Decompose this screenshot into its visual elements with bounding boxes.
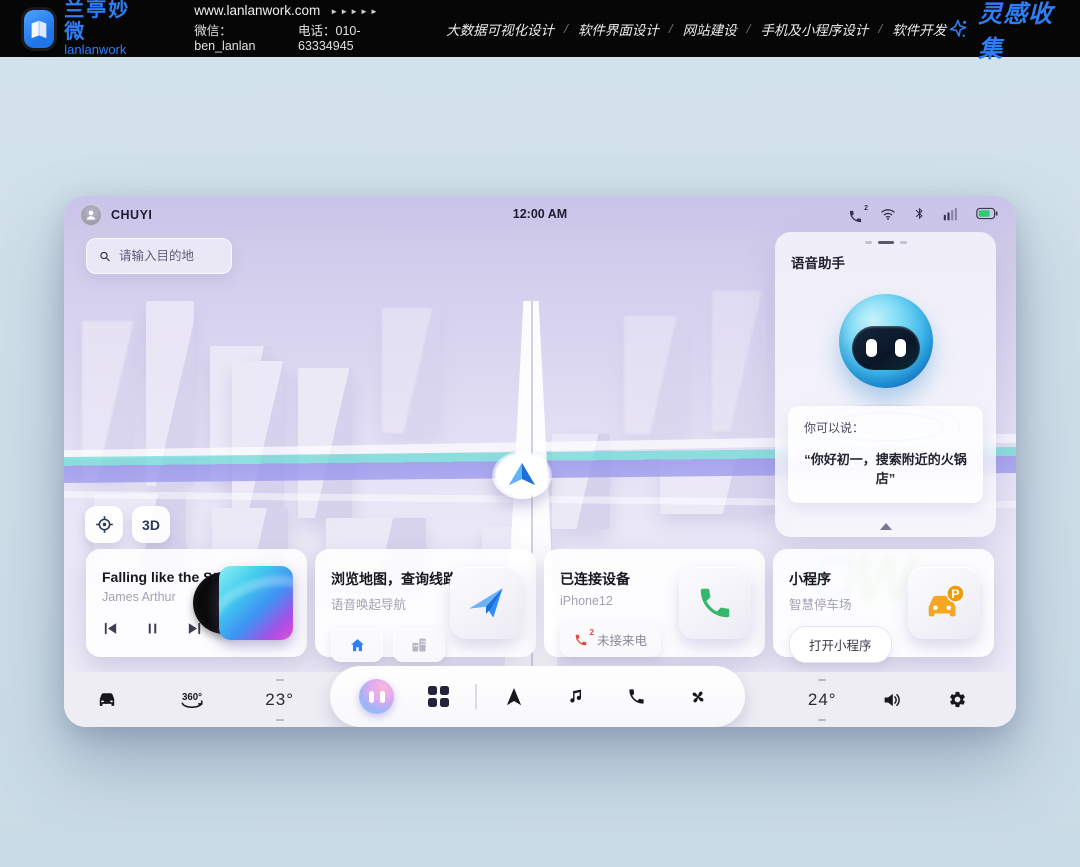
settings-gear-icon[interactable]	[948, 690, 967, 709]
site-header: 兰亭妙微 lanlanwork www.lanlanwork.com ►►►►►…	[0, 0, 1080, 57]
passenger-temperature-control[interactable]: 24°	[808, 690, 837, 710]
robot-visor	[852, 326, 920, 370]
album-art	[219, 566, 293, 640]
service-item: 软件界面设计	[578, 19, 659, 39]
inspiration-collect-link[interactable]: 灵感收集	[946, 0, 1058, 64]
phone-contact: 电话：010-63334945	[298, 24, 391, 54]
driver-temperature-control[interactable]: 23°	[265, 690, 294, 710]
panel-handle[interactable]	[865, 241, 907, 244]
office-building-icon	[410, 637, 428, 653]
contact-block: www.lanlanwork.com ►►►►► 微信：ben_lanlan 电…	[194, 3, 391, 53]
svg-text:360°: 360°	[182, 692, 202, 703]
music-player-card[interactable]: Falling like the Stars James Arthur	[86, 549, 307, 657]
voice-assistant-panel[interactable]: 语音助手 你可以说： “你好初一，搜索附近的火锅店”	[775, 232, 996, 537]
parking-tile[interactable]: P	[908, 567, 980, 639]
voice-hint-quote: “你好初一，搜索附近的火锅店”	[798, 449, 973, 487]
navigation-card[interactable]: 浏览地图，查询线路 语音唤起导航	[315, 549, 536, 657]
car-settings-icon[interactable]	[96, 691, 118, 709]
sparkle-icon	[946, 14, 970, 44]
call-badge: 2	[864, 205, 868, 212]
brand-logo[interactable]: 兰亭妙微 lanlanwork	[0, 0, 134, 58]
clock-label: 12:00 AM	[64, 207, 1016, 221]
svg-text:P: P	[951, 587, 959, 601]
dock-center-pill	[330, 666, 745, 727]
navigation-arrow-icon	[505, 461, 539, 489]
website-url: www.lanlanwork.com	[194, 3, 320, 19]
brand-name-en: lanlanwork	[64, 43, 134, 57]
pause-icon[interactable]	[145, 620, 160, 637]
locate-button[interactable]	[85, 506, 123, 543]
dock-divider	[475, 684, 477, 710]
collect-label: 灵感收集	[978, 0, 1058, 64]
voice-suggestion-box: 你可以说： “你好初一，搜索附近的火锅店”	[788, 406, 983, 503]
paper-plane-icon	[464, 581, 508, 625]
search-icon	[99, 249, 111, 264]
miniapp-card[interactable]: 小程序 智慧停车场 打开小程序 P	[773, 549, 994, 657]
service-item: 网站建设	[683, 19, 737, 39]
climate-fan-icon[interactable]	[668, 687, 730, 707]
assistant-robot-avatar[interactable]	[839, 294, 933, 388]
car-infotainment-window: OW CHUYI 12:00 AM 2	[64, 196, 1016, 727]
start-navigation-tile[interactable]	[450, 567, 522, 639]
connected-device-card[interactable]: 已连接设备 iPhone12 2 未接来电	[544, 549, 765, 657]
phone-status-icon: 2	[848, 209, 863, 224]
destination-search[interactable]	[86, 238, 232, 274]
open-miniapp-button[interactable]: 打开小程序	[789, 626, 892, 663]
voice-assistant-orb[interactable]	[359, 679, 394, 714]
rotate-360-icon[interactable]: 360°	[177, 689, 207, 711]
home-icon	[349, 637, 366, 654]
go-work-button[interactable]	[393, 628, 445, 662]
bottom-dock: 360° 23°	[64, 672, 1016, 727]
navigation-app-icon[interactable]	[483, 687, 545, 707]
phone-tile[interactable]	[679, 567, 751, 639]
volume-icon[interactable]	[882, 691, 902, 709]
services-list: 大数据可视化设计 / 软件界面设计 / 网站建设 / 手机及小程序设计 / 软件…	[446, 19, 946, 39]
previous-track-icon[interactable]	[102, 620, 119, 637]
service-item: 大数据可视化设计	[446, 19, 554, 39]
missed-call-icon: 2	[574, 633, 588, 647]
current-location-marker	[492, 451, 552, 499]
locate-icon	[95, 515, 114, 534]
music-app-icon[interactable]	[545, 687, 607, 706]
apps-grid-icon[interactable]	[428, 686, 449, 707]
panel-collapse-arrow[interactable]	[880, 523, 892, 530]
service-item: 软件开发	[892, 19, 946, 39]
go-home-button[interactable]	[331, 628, 383, 662]
arrows-decoration: ►►►►►	[330, 7, 380, 17]
parking-car-icon: P	[921, 582, 967, 624]
phone-app-icon[interactable]	[606, 687, 668, 706]
phone-handset-icon	[696, 584, 734, 622]
map-3d-toggle[interactable]: 3D	[132, 506, 170, 543]
wechat-contact: 微信：ben_lanlan	[194, 24, 272, 54]
voice-hint-label: 你可以说：	[798, 419, 973, 436]
voice-panel-title: 语音助手	[791, 252, 845, 272]
service-item: 手机及小程序设计	[760, 19, 868, 39]
missed-call-label: 未接来电	[597, 630, 647, 649]
brand-name-cn: 兰亭妙微	[64, 0, 134, 43]
search-input[interactable]	[119, 249, 219, 263]
logo-icon	[24, 10, 54, 48]
missed-call-button[interactable]: 2 未接来电	[560, 622, 661, 657]
